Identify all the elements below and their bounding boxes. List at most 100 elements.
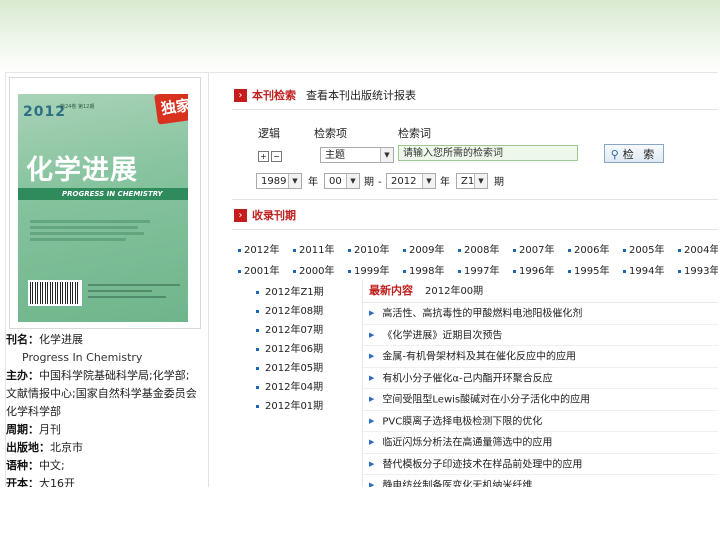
divider bbox=[232, 199, 718, 200]
issue-link[interactable]: 2012年06期 bbox=[256, 340, 356, 359]
bullet-icon bbox=[348, 248, 351, 252]
triangle-right-icon: ▶ bbox=[369, 395, 375, 403]
field-select[interactable]: 主题 ▼ bbox=[320, 147, 394, 163]
year-link[interactable]: 2008年 bbox=[458, 241, 499, 256]
exclusive-badge: 独家 bbox=[154, 94, 188, 125]
field-select-value: 主题 bbox=[325, 150, 345, 161]
year-link[interactable]: 2012年 bbox=[238, 241, 279, 256]
issue-from-select[interactable]: 00 ▼ bbox=[324, 173, 360, 189]
field-label: 检索项 bbox=[314, 127, 347, 140]
info-value: Progress In Chemistry bbox=[22, 351, 143, 364]
issue-list: 2012年Z1期 2012年08期 2012年07期 2012年06期 2012年05期… bbox=[256, 283, 356, 416]
year-link[interactable]: 2007年 bbox=[513, 241, 554, 256]
year-label: 2006年 bbox=[574, 245, 610, 256]
logic-label: 逻辑 bbox=[258, 127, 280, 140]
article-link[interactable]: ▶ 金属-有机骨架材料及其在催化反应中的应用 bbox=[363, 346, 718, 368]
issue-label: 2012年05期 bbox=[265, 363, 324, 374]
article-link[interactable]: ▶ PVC膜离子选择电极检测下限的优化 bbox=[363, 411, 718, 432]
year-to-select[interactable]: 2012 ▼ bbox=[386, 173, 436, 189]
latest-content-issue: 2012年00期 bbox=[425, 286, 484, 297]
issue-from-unit: 期 bbox=[364, 177, 374, 188]
year-label: 2010年 bbox=[354, 245, 390, 256]
year-from-unit: 年 bbox=[308, 177, 318, 188]
year-link[interactable]: 2001年 bbox=[238, 262, 279, 277]
year-label: 1996年 bbox=[519, 266, 555, 277]
issue-to-select[interactable]: Z1 ▼ bbox=[456, 173, 488, 189]
year-link[interactable]: 1999年 bbox=[348, 262, 389, 277]
year-link[interactable]: 2010年 bbox=[348, 241, 389, 256]
year-link[interactable]: 1997年 bbox=[458, 262, 499, 277]
issue-link[interactable]: 2012年07期 bbox=[256, 321, 356, 340]
chevron-down-icon: ▼ bbox=[474, 174, 487, 188]
article-link[interactable]: ▶ 替代模板分子印迹技术在样品前处理中的应用 bbox=[363, 454, 718, 475]
chevron-down-icon: ▼ bbox=[346, 174, 359, 188]
bullet-icon bbox=[293, 269, 296, 273]
cover-issue: 第24卷 第12期 bbox=[60, 104, 95, 110]
info-label: 开本： bbox=[6, 477, 39, 487]
year-label: 2004年 bbox=[684, 245, 718, 256]
year-link[interactable]: 1996年 bbox=[513, 262, 554, 277]
bullet-icon bbox=[256, 385, 259, 389]
year-link[interactable]: 1998年 bbox=[403, 262, 444, 277]
year-label: 1994年 bbox=[629, 266, 665, 277]
info-value: 化学科学部 bbox=[6, 405, 61, 418]
keyword-input[interactable]: 请输入您所需的检索词 bbox=[398, 145, 578, 161]
year-link[interactable]: 2011年 bbox=[293, 241, 334, 256]
year-link[interactable]: 1993年 bbox=[678, 262, 718, 277]
info-label: 周期： bbox=[6, 423, 39, 436]
bullet-icon bbox=[458, 248, 461, 252]
add-row-button[interactable]: + bbox=[258, 150, 269, 162]
year-link[interactable]: 1994年 bbox=[623, 262, 664, 277]
top-banner bbox=[0, 0, 720, 72]
barcode-icon bbox=[28, 280, 82, 306]
cover-title-en: PROGRESS IN CHEMISTRY bbox=[18, 188, 188, 200]
issue-link[interactable]: 2012年Z1期 bbox=[256, 283, 356, 302]
year-link[interactable]: 2004年 bbox=[678, 241, 718, 256]
year-link[interactable]: 2000年 bbox=[293, 262, 334, 277]
year-label: 2007年 bbox=[519, 245, 555, 256]
year-link[interactable]: 1995年 bbox=[568, 262, 609, 277]
triangle-right-icon: ▶ bbox=[369, 352, 375, 360]
year-label: 1998年 bbox=[409, 266, 445, 277]
latest-content-title: 最新内容 bbox=[369, 284, 413, 297]
bullet-icon bbox=[293, 248, 296, 252]
article-link[interactable]: ▶ 《化学进展》近期目次预告 bbox=[363, 325, 718, 346]
section-arrow-icon: › bbox=[234, 88, 247, 102]
info-label: 刊名： bbox=[6, 333, 39, 346]
bullet-icon bbox=[623, 269, 626, 273]
issue-link[interactable]: 2012年01期 bbox=[256, 397, 356, 416]
journal-info-row: 出版地：北京市 bbox=[6, 439, 206, 457]
cover-title: 化学进展 bbox=[26, 155, 138, 186]
section-arrow-icon: › bbox=[234, 208, 247, 222]
issue-link[interactable]: 2012年08期 bbox=[256, 302, 356, 321]
issue-to-value: Z1 bbox=[461, 176, 475, 187]
info-value: 北京市 bbox=[50, 441, 83, 454]
search-icon: ⚲ bbox=[610, 148, 619, 161]
issue-from-value: 00 bbox=[329, 176, 342, 187]
issue-link[interactable]: 2012年04期 bbox=[256, 378, 356, 397]
journal-page: 2012 第24卷 第12期 独家 化学进展 PROGRESS IN CHEMI… bbox=[5, 72, 718, 487]
bullet-icon bbox=[513, 248, 516, 252]
search-section-header: › 本刊检索 查看本刊出版统计报表 bbox=[234, 87, 416, 105]
search-button[interactable]: ⚲ 检 索 bbox=[604, 144, 664, 163]
info-value: 文献情报中心;国家自然科学基金委员会 bbox=[6, 387, 197, 400]
bullet-icon bbox=[403, 248, 406, 252]
article-link[interactable]: ▶ 空间受阻型Lewis酸碱对在小分子活化中的应用 bbox=[363, 389, 718, 411]
year-link[interactable]: 2009年 bbox=[403, 241, 444, 256]
journal-cover-image[interactable]: 2012 第24卷 第12期 独家 化学进展 PROGRESS IN CHEMI… bbox=[18, 94, 188, 322]
article-link[interactable]: ▶ 高活性、高抗毒性的甲酸燃料电池阳极催化剂 bbox=[363, 303, 718, 325]
article-link[interactable]: ▶ 临近闪烁分析法在高通量筛选中的应用 bbox=[363, 432, 718, 454]
article-link[interactable]: ▶ 有机小分子催化α-己内酯开环聚合反应 bbox=[363, 368, 718, 389]
article-link[interactable]: ▶ 静电纺丝制备医变化无机纳米纤维 bbox=[363, 475, 718, 487]
bullet-icon bbox=[458, 269, 461, 273]
issue-link[interactable]: 2012年05期 bbox=[256, 359, 356, 378]
remove-row-button[interactable]: − bbox=[271, 150, 282, 162]
year-link[interactable]: 2005年 bbox=[623, 241, 664, 256]
year-link[interactable]: 2006年 bbox=[568, 241, 609, 256]
stats-report-link[interactable]: 查看本刊出版统计报表 bbox=[306, 89, 416, 102]
year-from-select[interactable]: 1989 ▼ bbox=[256, 173, 302, 189]
year-label: 1995年 bbox=[574, 266, 610, 277]
triangle-right-icon: ▶ bbox=[369, 373, 375, 382]
journal-info-row: 化学科学部 bbox=[6, 403, 206, 421]
year-to-value: 2012 bbox=[391, 176, 417, 187]
